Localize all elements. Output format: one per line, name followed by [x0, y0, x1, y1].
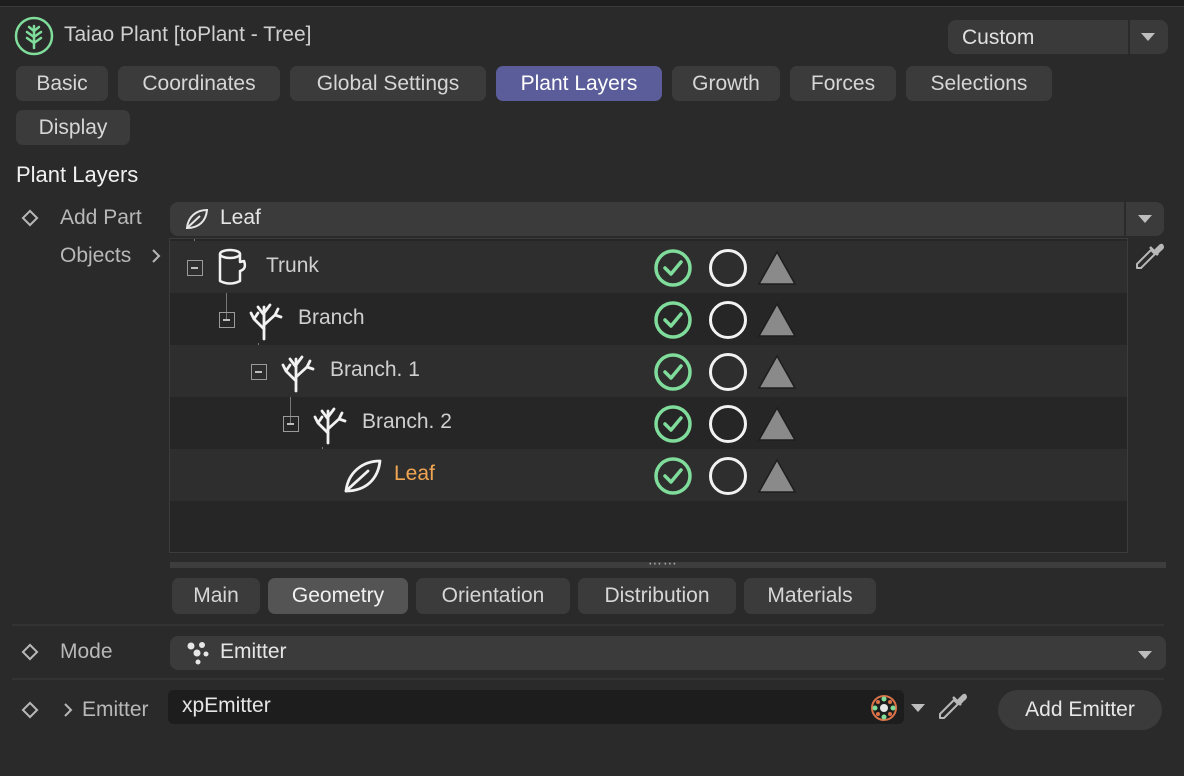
tab-global-settings[interactable]: Global Settings — [290, 66, 486, 101]
chevron-down-icon[interactable] — [1138, 215, 1152, 223]
tab-plant-layers[interactable]: Plant Layers — [496, 66, 662, 101]
subtab-orientation[interactable]: Orientation — [416, 578, 570, 614]
chevron-down-icon[interactable] — [1138, 651, 1152, 659]
tree-item-name: Leaf — [394, 462, 435, 485]
subtab-geometry[interactable]: Geometry — [268, 578, 408, 614]
add-part-dropdown[interactable]: Leaf — [170, 202, 1164, 236]
collapse-icon[interactable] — [219, 312, 235, 328]
visibility-circle-icon[interactable] — [708, 456, 748, 496]
visibility-circle-icon[interactable] — [708, 300, 748, 340]
collapse-icon[interactable] — [251, 364, 267, 380]
enabled-check-icon[interactable] — [653, 248, 693, 288]
visibility-circle-icon[interactable] — [708, 248, 748, 288]
object-tree[interactable]: Trunk Branch Branch. 1 Branch. 2 Leaf — [169, 238, 1128, 553]
trunk-icon — [218, 248, 247, 285]
enabled-check-icon[interactable] — [653, 456, 693, 496]
top-border — [0, 0, 1184, 7]
tree-row-branch[interactable]: Branch — [170, 293, 1127, 345]
header: Taiao Plant [toPlant - Tree] Custom — [14, 16, 1170, 56]
visibility-circle-icon[interactable] — [708, 352, 748, 392]
subtab-distribution[interactable]: Distribution — [578, 578, 736, 614]
branch-icon — [313, 407, 347, 445]
keyframe-diamond-icon[interactable] — [21, 701, 39, 719]
tree-row-trunk[interactable]: Trunk — [170, 241, 1127, 293]
collapse-icon[interactable] — [283, 416, 299, 432]
render-triangle-icon[interactable] — [756, 300, 798, 340]
section-title: Plant Layers — [16, 162, 139, 187]
chevron-down-icon[interactable] — [911, 704, 925, 712]
render-triangle-icon[interactable] — [756, 404, 798, 444]
mode-dropdown[interactable]: Emitter — [170, 636, 1166, 670]
visibility-circle-icon[interactable] — [708, 404, 748, 444]
tab-display[interactable]: Display — [16, 110, 130, 145]
tab-basic[interactable]: Basic — [16, 66, 108, 101]
chevron-down-icon[interactable] — [1141, 33, 1155, 41]
enabled-check-icon[interactable] — [653, 404, 693, 444]
render-triangle-icon[interactable] — [756, 352, 798, 392]
tree-item-name: Branch — [298, 306, 365, 329]
divider — [12, 624, 1164, 626]
enabled-check-icon[interactable] — [653, 352, 693, 392]
mode-label: Mode — [60, 640, 113, 663]
tree-row-branch-1[interactable]: Branch. 1 — [170, 345, 1127, 397]
emitter-label: Emitter — [82, 698, 149, 721]
xpemitter-object-icon — [871, 695, 897, 721]
chevron-right-icon[interactable] — [150, 248, 162, 264]
add-part-value: Leaf — [220, 206, 261, 229]
tree-row-leaf[interactable]: Leaf — [170, 449, 1127, 501]
subtab-materials[interactable]: Materials — [744, 578, 876, 614]
tab-selections[interactable]: Selections — [906, 66, 1052, 101]
plant-logo-icon — [14, 16, 54, 56]
render-triangle-icon[interactable] — [756, 456, 798, 496]
leaf-icon — [344, 459, 382, 493]
chevron-right-icon[interactable] — [62, 701, 74, 719]
add-emitter-button[interactable]: Add Emitter — [998, 690, 1162, 730]
preset-value: Custom — [962, 26, 1035, 49]
branch-icon — [281, 355, 315, 393]
eyedropper-icon[interactable] — [936, 690, 968, 722]
leaf-icon — [185, 208, 209, 230]
preset-separator — [1128, 20, 1130, 54]
branch-icon — [249, 303, 283, 341]
tab-forces[interactable]: Forces — [790, 66, 896, 101]
mode-value: Emitter — [220, 640, 287, 663]
tab-coordinates[interactable]: Coordinates — [118, 66, 280, 101]
tree-row-branch-2[interactable]: Branch. 2 — [170, 397, 1127, 449]
splitter-handle-icon[interactable]: ⋯⋯ — [648, 555, 678, 572]
keyframe-diamond-icon[interactable] — [21, 643, 39, 661]
tab-growth[interactable]: Growth — [672, 66, 780, 101]
add-part-separator — [1124, 202, 1126, 236]
tree-item-name: Trunk — [266, 254, 319, 277]
collapse-icon[interactable] — [187, 260, 203, 276]
enabled-check-icon[interactable] — [653, 300, 693, 340]
emitter-dots-icon — [187, 642, 209, 665]
emitter-value: xpEmitter — [182, 694, 271, 717]
tree-item-name: Branch. 1 — [330, 358, 420, 381]
subtab-main[interactable]: Main — [172, 578, 260, 614]
eyedropper-icon[interactable] — [1133, 240, 1165, 272]
emitter-link-field[interactable]: xpEmitter — [168, 690, 904, 724]
window-title: Taiao Plant [toPlant - Tree] — [64, 23, 312, 46]
render-triangle-icon[interactable] — [756, 248, 798, 288]
objects-label: Objects — [60, 244, 132, 267]
divider — [12, 678, 1164, 680]
add-part-label: Add Part — [60, 206, 142, 229]
preset-dropdown[interactable]: Custom — [948, 20, 1168, 54]
tree-item-name: Branch. 2 — [362, 410, 452, 433]
keyframe-diamond-icon[interactable] — [21, 209, 39, 227]
